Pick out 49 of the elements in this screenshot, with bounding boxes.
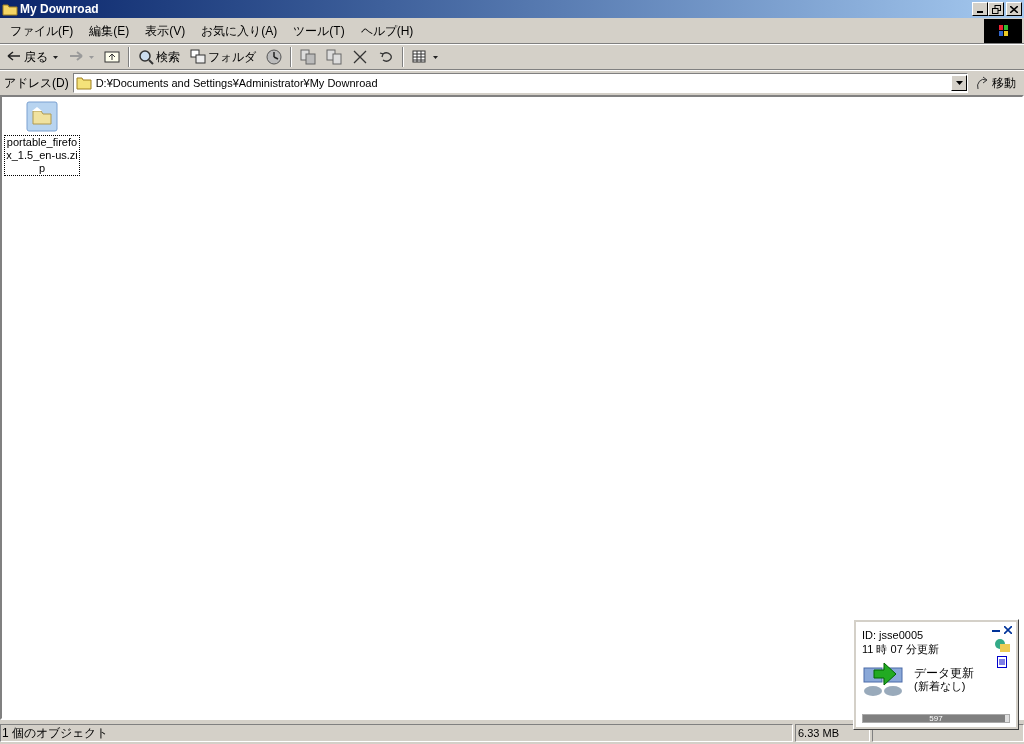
menu-item[interactable]: ヘルプ(H) — [352, 20, 422, 41]
go-button[interactable]: 移動 — [970, 73, 1022, 93]
delete-icon — [352, 49, 368, 65]
go-arrow-icon — [976, 76, 990, 90]
folders-icon — [190, 49, 206, 65]
search-icon — [138, 49, 154, 65]
document-icon[interactable] — [997, 656, 1007, 668]
file-name[interactable]: portable_firefox_1.5_en-us.zip — [4, 135, 80, 176]
menu-item[interactable]: ファイル(F) — [2, 20, 82, 41]
message-text: データ更新 — [914, 665, 974, 680]
undo-icon — [378, 49, 394, 65]
caret-icon — [53, 55, 58, 59]
close-button[interactable] — [1006, 2, 1022, 16]
close-icon[interactable] — [1004, 626, 1012, 634]
menu-item[interactable]: 表示(V) — [137, 20, 194, 41]
menu-item[interactable]: 編集(E) — [81, 20, 138, 41]
folder-icon — [75, 76, 92, 90]
caret-icon — [433, 55, 438, 59]
caret-icon — [89, 55, 94, 59]
restore-icon — [991, 4, 1001, 14]
window-title: My Downroad — [20, 1, 99, 18]
folders-button[interactable]: フォルダ — [188, 46, 258, 68]
views-icon — [412, 49, 428, 65]
progress-reading: 597 — [928, 715, 944, 722]
move-icon — [300, 49, 316, 65]
history-button[interactable] — [264, 46, 284, 68]
id-text: ID: jsse0005 — [862, 628, 924, 642]
caret-icon — [955, 81, 963, 85]
dropdown-button[interactable] — [951, 75, 967, 91]
address-label: アドレス(D) — [3, 75, 70, 92]
status-text: 1 個のオブジェクト — [0, 724, 793, 742]
clock-icon — [266, 49, 282, 65]
move-button[interactable] — [298, 46, 318, 68]
menu-item[interactable]: ツール(T) — [285, 20, 353, 41]
detail-text: (新着なし) — [914, 679, 967, 693]
folder-icon — [2, 2, 18, 16]
minimize-icon — [977, 11, 983, 13]
restore-button[interactable] — [988, 2, 1004, 16]
copy-icon — [326, 49, 342, 65]
search-button[interactable]: 検索 — [136, 46, 182, 68]
up-folder-icon — [104, 49, 120, 65]
update-time: 11 時 07 分更新 — [862, 642, 939, 656]
menu-item[interactable]: お気に入り(A) — [193, 20, 286, 41]
back-button[interactable]: 戻る — [4, 46, 60, 68]
close-icon — [1010, 5, 1018, 13]
windows-logo-icon — [984, 18, 1022, 43]
minimize-button[interactable] — [972, 2, 988, 16]
copy-button[interactable] — [324, 46, 344, 68]
address-field[interactable]: D:¥Documents and Settings¥Administrator¥My Downroad — [72, 73, 968, 93]
